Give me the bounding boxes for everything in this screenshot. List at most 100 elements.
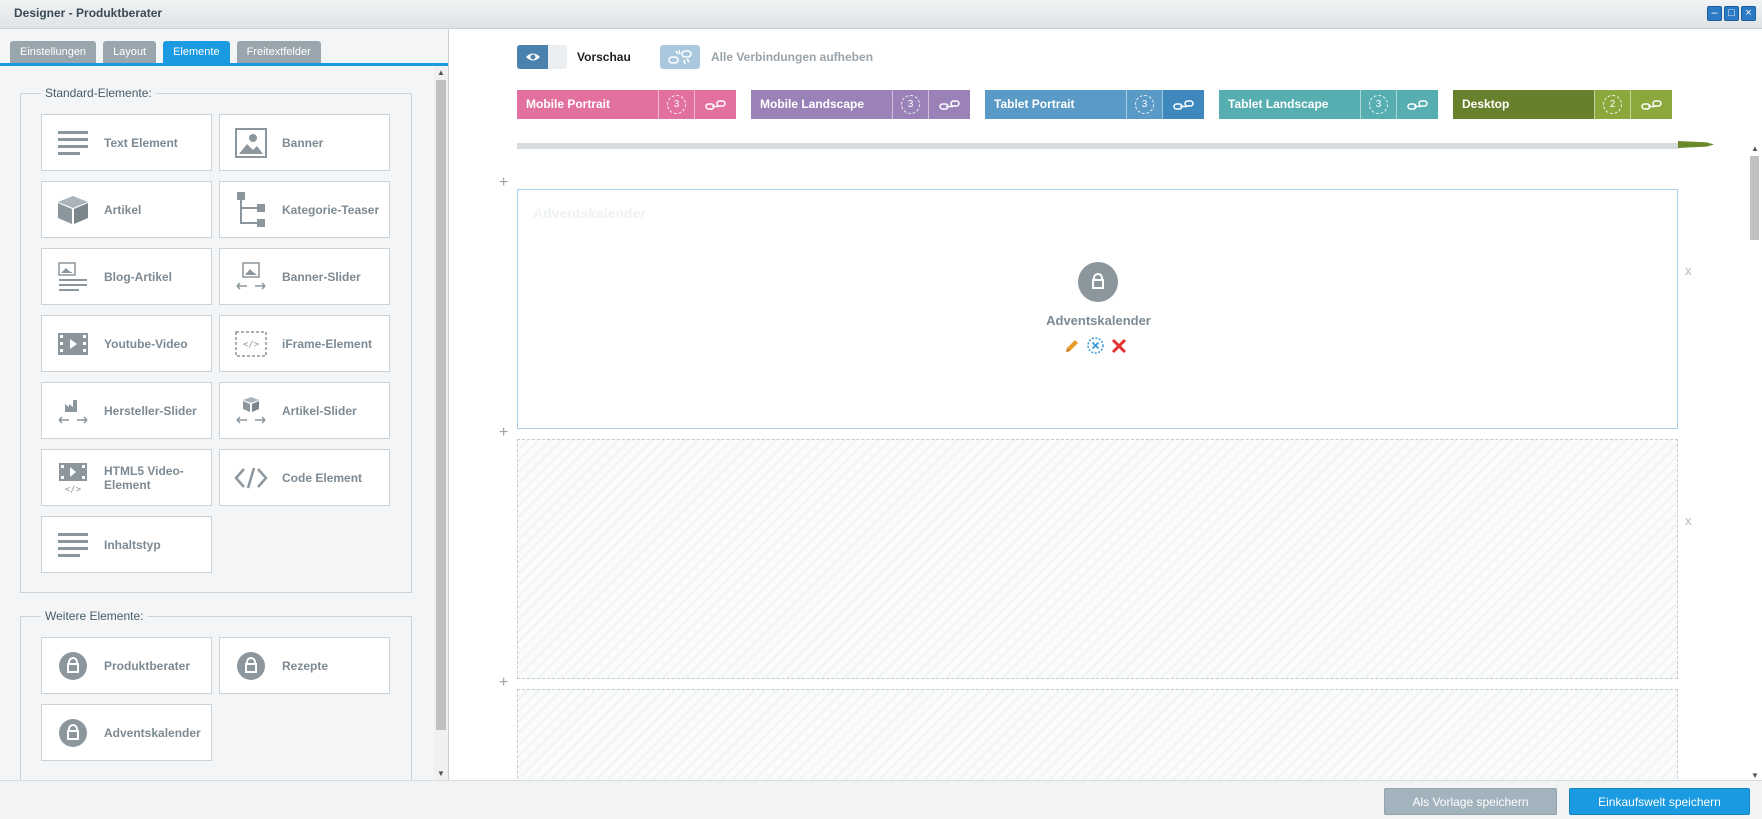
window-titlebar: Designer - Produktberater – □ ×: [0, 0, 1762, 29]
tree-icon: [234, 191, 268, 227]
element-code[interactable]: Code Element: [219, 449, 390, 506]
element-label: Inhaltstyp: [104, 537, 161, 552]
element-label: Rezepte: [282, 658, 329, 673]
column-ruler: [517, 141, 1714, 149]
element-label: Blog-Artikel: [104, 269, 173, 284]
scroll-down-icon[interactable]: ▼: [1751, 771, 1759, 780]
element-kategorie-teaser[interactable]: Kategorie-Teaser: [219, 181, 390, 238]
element-label: Code Element: [282, 470, 363, 485]
device-tablet-portrait[interactable]: Tablet Portrait 3: [985, 90, 1204, 119]
link-icon[interactable]: [1162, 90, 1204, 119]
remove-row-icon[interactable]: x: [1685, 263, 1692, 278]
element-banner-slider[interactable]: Banner-Slider: [219, 248, 390, 305]
remove-row-icon[interactable]: x: [1685, 513, 1692, 528]
link-icon[interactable]: [1396, 90, 1438, 119]
more-elements-legend: Weitere Elemente:: [41, 609, 148, 623]
element-label: Text Element: [104, 135, 178, 150]
element-banner[interactable]: Banner: [219, 114, 390, 171]
save-shopping-world-button[interactable]: Einkaufswelt speichern: [1569, 788, 1750, 815]
image-icon: [234, 126, 268, 160]
minimize-icon[interactable]: –: [1707, 6, 1722, 21]
device-name: Mobile Landscape: [751, 90, 892, 119]
device-count: 3: [1135, 95, 1154, 114]
element-label: Banner-Slider: [282, 269, 361, 284]
maximize-icon[interactable]: □: [1724, 6, 1739, 21]
panel-scrollbar[interactable]: ▲ ▼: [434, 66, 448, 780]
device-name: Tablet Landscape: [1219, 90, 1360, 119]
unlink-all-label: Alle Verbindungen aufheben: [711, 50, 874, 64]
scroll-down-icon[interactable]: ▼: [437, 769, 445, 778]
preview-toggle[interactable]: [517, 45, 567, 69]
add-row-icon[interactable]: +: [499, 674, 508, 692]
html5-video-icon: </>: [56, 461, 90, 495]
device-count-badge: 3: [1126, 90, 1162, 119]
scrollbar-thumb[interactable]: [436, 80, 446, 730]
element-blog-artikel[interactable]: Blog-Artikel: [41, 248, 212, 305]
factory-slider-icon: [56, 394, 90, 428]
designer-canvas: Vorschau Alle Verbindungen aufheben Mobi…: [449, 29, 1762, 780]
device-mobile-landscape[interactable]: Mobile Landscape 3: [751, 90, 970, 119]
tab-layout[interactable]: Layout: [103, 41, 157, 63]
element-inhaltstyp[interactable]: Inhaltstyp: [41, 516, 212, 573]
element-label: iFrame-Element: [282, 336, 373, 351]
element-rezepte[interactable]: Rezepte: [219, 637, 390, 694]
svg-text:</>: </>: [243, 340, 260, 350]
element-html5-video[interactable]: </> HTML5 Video-Element: [41, 449, 212, 506]
element-tools: [1064, 337, 1127, 354]
plugin-icon: [1078, 262, 1118, 302]
add-row-icon[interactable]: +: [499, 424, 508, 442]
element-youtube-video[interactable]: Youtube-Video: [41, 315, 212, 372]
link-icon[interactable]: [694, 90, 736, 119]
element-label: Produktberater: [104, 658, 191, 673]
device-tablet-landscape[interactable]: Tablet Landscape 3: [1219, 90, 1438, 119]
grid-row-empty[interactable]: [517, 689, 1678, 780]
scrollbar-thumb[interactable]: [1750, 156, 1759, 240]
element-adventskalender[interactable]: Adventskalender: [41, 704, 212, 761]
delete-icon[interactable]: [1111, 338, 1127, 354]
device-desktop[interactable]: Desktop 2: [1453, 90, 1672, 119]
element-text[interactable]: Text Element: [41, 114, 212, 171]
banner-slider-icon: [234, 260, 268, 294]
scroll-up-icon[interactable]: ▲: [1751, 144, 1759, 153]
code-icon: [234, 461, 268, 495]
link-icon[interactable]: [928, 90, 970, 119]
video-film-icon: [56, 327, 90, 361]
grid-row-empty[interactable]: [517, 439, 1678, 679]
edit-pencil-icon[interactable]: [1064, 338, 1080, 354]
save-template-button[interactable]: Als Vorlage speichern: [1384, 788, 1557, 815]
panel-scroll-area: Standard-Elemente: Text Element Banner A…: [0, 66, 434, 780]
element-artikel[interactable]: Artikel: [41, 181, 212, 238]
settings-icon[interactable]: [1087, 337, 1104, 354]
element-label: Kategorie-Teaser: [282, 202, 380, 217]
device-name: Desktop: [1453, 90, 1594, 119]
svg-text:</>: </>: [65, 485, 82, 494]
element-artikel-slider[interactable]: Artikel-Slider: [219, 382, 390, 439]
unlink-icon: [668, 49, 692, 65]
scroll-up-icon[interactable]: ▲: [437, 68, 445, 77]
device-count-badge: 3: [658, 90, 694, 119]
footer-bar: Als Vorlage speichern Einkaufswelt speic…: [0, 780, 1762, 819]
device-name: Mobile Portrait: [517, 90, 658, 119]
add-row-icon[interactable]: +: [499, 174, 508, 192]
link-icon[interactable]: [1630, 90, 1672, 119]
device-mobile-portrait[interactable]: Mobile Portrait 3: [517, 90, 736, 119]
element-label: Hersteller-Slider: [104, 403, 197, 418]
element-hersteller-slider[interactable]: Hersteller-Slider: [41, 382, 212, 439]
tab-einstellungen[interactable]: Einstellungen: [10, 41, 97, 63]
element-produktberater[interactable]: Produktberater: [41, 637, 212, 694]
article-slider-icon: [234, 394, 268, 428]
tab-elemente[interactable]: Elemente: [163, 41, 230, 63]
eye-icon: [517, 45, 548, 69]
ruler-arrow-icon: [1678, 141, 1714, 148]
device-count: 3: [1369, 95, 1388, 114]
device-count-badge: 2: [1594, 90, 1630, 119]
close-icon[interactable]: ×: [1741, 6, 1756, 21]
element-iframe[interactable]: </> iFrame-Element: [219, 315, 390, 372]
grid-row[interactable]: Adventskalender Adventskalender: [517, 189, 1678, 429]
device-count-badge: 3: [1360, 90, 1396, 119]
plugin-icon: [56, 716, 90, 750]
unlink-all-button[interactable]: [660, 45, 700, 69]
element-label: HTML5 Video-Element: [104, 463, 184, 492]
canvas-scrollbar[interactable]: ▲ ▼: [1746, 144, 1762, 780]
tab-freitextfelder[interactable]: Freitextfelder: [236, 41, 321, 63]
